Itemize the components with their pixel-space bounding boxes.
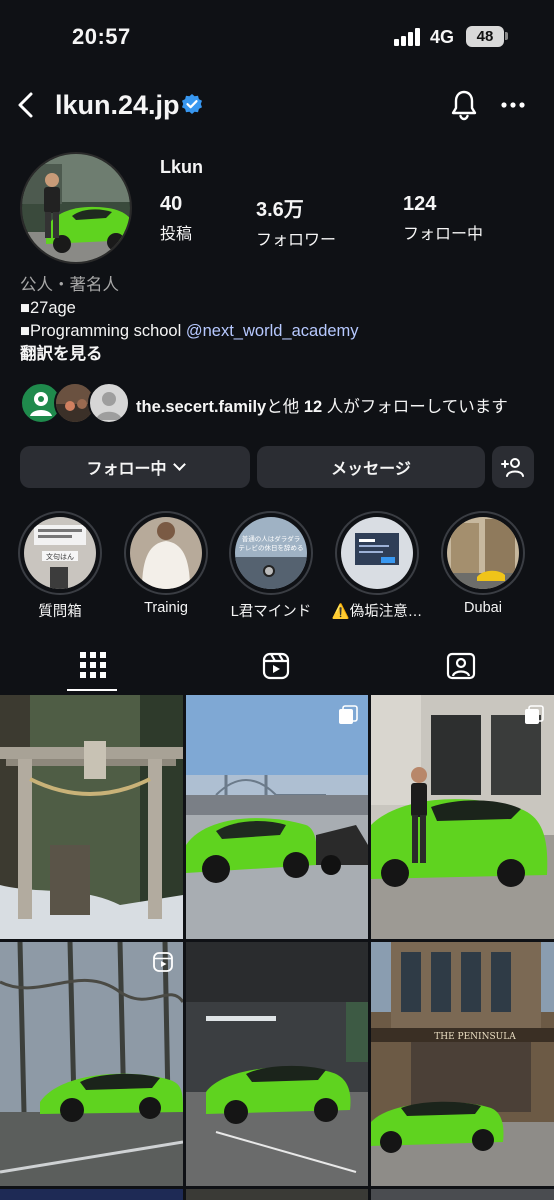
highlight-label: Dubai xyxy=(464,600,502,616)
carousel-icon xyxy=(339,705,358,724)
message-button[interactable]: メッセージ xyxy=(257,446,485,488)
post-thumbnail[interactable] xyxy=(186,1189,368,1200)
network-type: 4G xyxy=(430,27,455,47)
post-thumbnail[interactable] xyxy=(0,695,183,939)
highlight-ring xyxy=(124,511,208,595)
avatar xyxy=(88,382,130,424)
highlight-cover xyxy=(130,517,202,589)
post-thumbnail[interactable]: THE PENINSULA xyxy=(371,942,554,1186)
post-thumbnail[interactable] xyxy=(371,695,554,939)
highlight-cover: 普通の人はダラダラ テレビの休日を辞める xyxy=(235,517,307,589)
status-bar: 20:57 4G 48 xyxy=(0,0,554,70)
carousel-icon xyxy=(525,705,544,724)
post-thumbnail[interactable] xyxy=(186,942,368,1186)
highlight-item[interactable]: ⚠️偽垢注意… xyxy=(332,511,422,621)
highlight-cover xyxy=(447,517,519,589)
signal-icon xyxy=(394,28,422,46)
highlight-label: ⚠️偽垢注意… xyxy=(331,604,423,620)
mutual-follower-name: the.secert.family xyxy=(136,398,267,416)
post-thumbnail[interactable] xyxy=(186,695,368,939)
profile-category: 公人・著名人 xyxy=(20,276,119,294)
see-translation-link[interactable]: 翻訳を見る xyxy=(20,343,540,366)
display-name: Lkun xyxy=(160,157,203,177)
profile-tabs xyxy=(0,640,554,694)
highlight-label: Trainig xyxy=(144,600,188,616)
posts-count: 40 xyxy=(160,193,183,215)
reels-icon[interactable] xyxy=(262,652,290,680)
profile-avatar[interactable] xyxy=(20,152,132,264)
followed-by-text: the.secert.familyと他 12 人がフォローしています xyxy=(136,393,508,417)
followed-by-suffix2: 人がフォローしています xyxy=(326,398,508,416)
bell-icon[interactable] xyxy=(449,89,479,121)
add-person-icon xyxy=(501,458,524,477)
following-label: フォロー中 xyxy=(403,226,484,243)
bio-text: ■Programming school xyxy=(20,322,186,340)
bio-line: ■Programming school @next_world_academy xyxy=(20,320,540,343)
tagged-icon[interactable] xyxy=(446,652,476,680)
highlight-ring: 普通の人はダラダラ テレビの休日を辞める xyxy=(229,511,313,595)
highlight-item[interactable]: Dubai xyxy=(441,511,525,616)
highlight-ring xyxy=(335,511,419,595)
posts-stat[interactable]: 40 投稿 xyxy=(160,193,192,244)
bio-line: ■27age xyxy=(20,299,76,317)
post-thumbnail[interactable] xyxy=(0,942,183,1186)
followers-stat[interactable]: 3.6万 フォロワー xyxy=(256,193,336,250)
followed-by-row[interactable]: the.secert.familyと他 12 人がフォローしています xyxy=(20,382,540,426)
active-tab-indicator xyxy=(67,689,117,691)
highlight-item[interactable]: 普通の人はダラダラ テレビの休日を辞める L君マインド xyxy=(229,511,313,621)
reel-badge-icon xyxy=(153,952,173,972)
followers-count: 3.6万 xyxy=(256,199,304,221)
page-title: lkun.24.jp xyxy=(55,90,180,120)
highlight-label: L君マインド xyxy=(230,604,312,620)
bio-mention-link[interactable]: @next_world_academy xyxy=(186,322,359,340)
verified-badge-icon xyxy=(182,94,202,114)
back-icon[interactable] xyxy=(12,90,42,120)
battery-icon: 48 xyxy=(466,26,504,47)
highlight-cover xyxy=(341,517,413,589)
profile-header: lkun.24.jp xyxy=(0,78,554,134)
status-time: 20:57 xyxy=(72,24,131,49)
highlight-cover: 文句はん xyxy=(24,517,96,589)
highlight-cover-text: 普通の人はダラダラ xyxy=(242,534,301,543)
highlight-item[interactable]: Trainig xyxy=(124,511,208,616)
suggest-users-button[interactable] xyxy=(492,446,534,488)
highlight-ring xyxy=(441,511,525,595)
battery-tip xyxy=(505,32,508,40)
following-count: 124 xyxy=(403,193,437,215)
highlight-item[interactable]: 文句はん 質問箱 xyxy=(18,511,102,621)
highlight-ring: 文句はん xyxy=(18,511,102,595)
posts-label: 投稿 xyxy=(160,226,193,243)
following-stat[interactable]: 124 フォロー中 xyxy=(403,193,483,244)
following-button[interactable]: フォロー中 xyxy=(20,446,250,488)
post-thumbnail[interactable] xyxy=(0,1189,183,1200)
highlight-cover-text: 文句はん xyxy=(46,552,74,561)
followed-by-suffix: と他 xyxy=(266,398,300,416)
posts-grid: THE PENINSULA xyxy=(0,695,554,1200)
chevron-down-icon xyxy=(172,458,186,471)
highlight-cover-text: テレビの休日を辞める xyxy=(239,543,304,552)
hotel-sign-text: THE PENINSULA xyxy=(434,1032,516,1042)
more-options-icon[interactable] xyxy=(498,92,528,118)
mutual-count: 12 xyxy=(303,398,323,416)
followers-label: フォロワー xyxy=(256,232,337,249)
post-thumbnail[interactable] xyxy=(371,1189,554,1200)
grid-icon[interactable] xyxy=(80,652,106,678)
profile-bio: 公人・著名人 ■27age ■Programming school @next_… xyxy=(20,274,540,366)
message-button-label: メッセージ xyxy=(331,461,411,478)
following-button-label: フォロー中 xyxy=(86,461,167,478)
highlight-label: 質問箱 xyxy=(38,604,82,620)
